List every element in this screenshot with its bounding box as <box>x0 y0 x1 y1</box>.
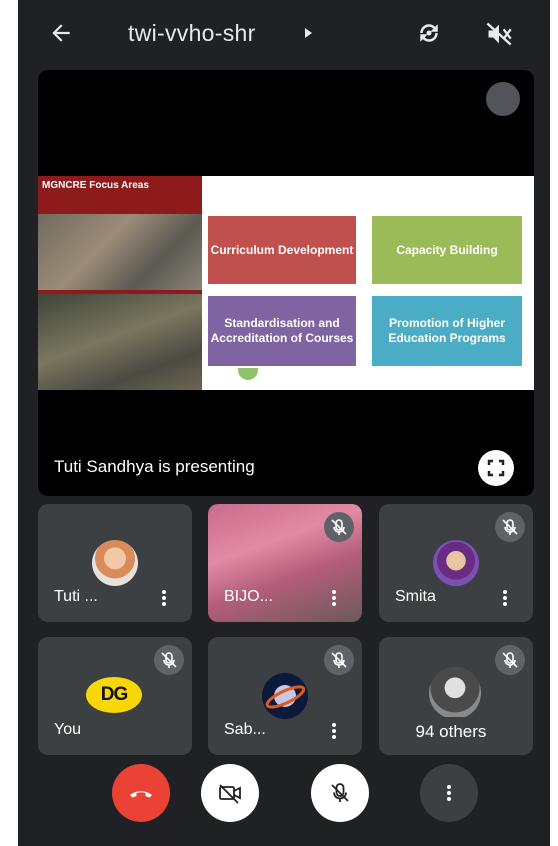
participant-tile[interactable]: Smita <box>379 504 533 622</box>
chevron-right-icon[interactable] <box>305 28 312 38</box>
call-controls <box>18 760 550 830</box>
shared-slide: MGNCRE Focus Areas Curriculum Developmen… <box>38 176 534 390</box>
presentation-stage[interactable]: MGNCRE Focus Areas Curriculum Developmen… <box>38 70 534 496</box>
end-call-button[interactable] <box>112 764 170 822</box>
participant-name: You <box>54 721 81 738</box>
presenter-label: Tuti Sandhya is presenting <box>54 457 255 476</box>
fullscreen-icon <box>487 459 505 477</box>
slide-box-curriculum: Curriculum Development <box>208 216 356 284</box>
mic-off-icon <box>331 783 349 802</box>
more-vert-icon <box>447 785 451 801</box>
more-vert-icon[interactable] <box>162 590 166 606</box>
participant-tile[interactable]: BIJO... <box>208 504 362 622</box>
participant-tile-self[interactable]: DG You <box>38 637 192 755</box>
arrow-left-icon[interactable] <box>48 20 74 46</box>
participant-tile[interactable]: Tuti ... <box>38 504 192 622</box>
slide-box-promotion: Promotion of Higher Education Programs <box>372 296 522 366</box>
slide-photo <box>38 214 202 290</box>
avatar <box>92 540 138 586</box>
participant-tile[interactable]: Sab... <box>208 637 362 755</box>
slide-box-capacity: Capacity Building <box>372 216 522 284</box>
switch-camera-icon[interactable] <box>414 18 444 48</box>
mic-off-icon <box>495 512 525 542</box>
slide-title: MGNCRE Focus Areas <box>42 180 149 191</box>
mic-off-icon <box>486 82 520 116</box>
others-count: 94 others <box>389 717 513 747</box>
mic-toggle-button[interactable] <box>311 764 369 822</box>
mic-off-icon <box>324 645 354 675</box>
participant-name: Sab... <box>224 721 266 738</box>
camera-toggle-button[interactable] <box>201 764 259 822</box>
speaker-off-icon[interactable] <box>485 20 513 48</box>
more-vert-icon[interactable] <box>332 590 336 606</box>
avatar <box>262 673 308 719</box>
more-vert-icon[interactable] <box>503 590 507 606</box>
avatar: DG <box>86 677 142 713</box>
others-tile[interactable]: 94 others <box>379 637 533 755</box>
more-options-button[interactable] <box>420 764 478 822</box>
participant-name: BIJO... <box>224 588 273 605</box>
slide-left-panel: MGNCRE Focus Areas <box>38 176 202 390</box>
mic-off-icon <box>154 645 184 675</box>
participant-name: Smita <box>395 588 436 605</box>
slide-box-standardisation: Standardisation and Accreditation of Cou… <box>208 296 356 366</box>
fullscreen-button[interactable] <box>478 450 514 486</box>
meeting-code[interactable]: twi-vvho-shr <box>128 20 256 47</box>
camera-off-icon <box>219 784 241 804</box>
top-bar: twi-vvho-shr <box>18 0 550 66</box>
meet-screen: twi-vvho-shr MGNCRE Focus Areas Curricul… <box>18 0 550 846</box>
mic-off-icon <box>495 645 525 675</box>
more-vert-icon[interactable] <box>332 723 336 739</box>
slide-logo-fragment <box>238 368 258 380</box>
end-call-icon <box>130 791 152 798</box>
mic-off-icon <box>324 512 354 542</box>
avatar <box>429 667 481 719</box>
avatar <box>433 540 479 586</box>
participant-name: Tuti ... <box>54 588 98 605</box>
slide-photo <box>38 294 202 390</box>
